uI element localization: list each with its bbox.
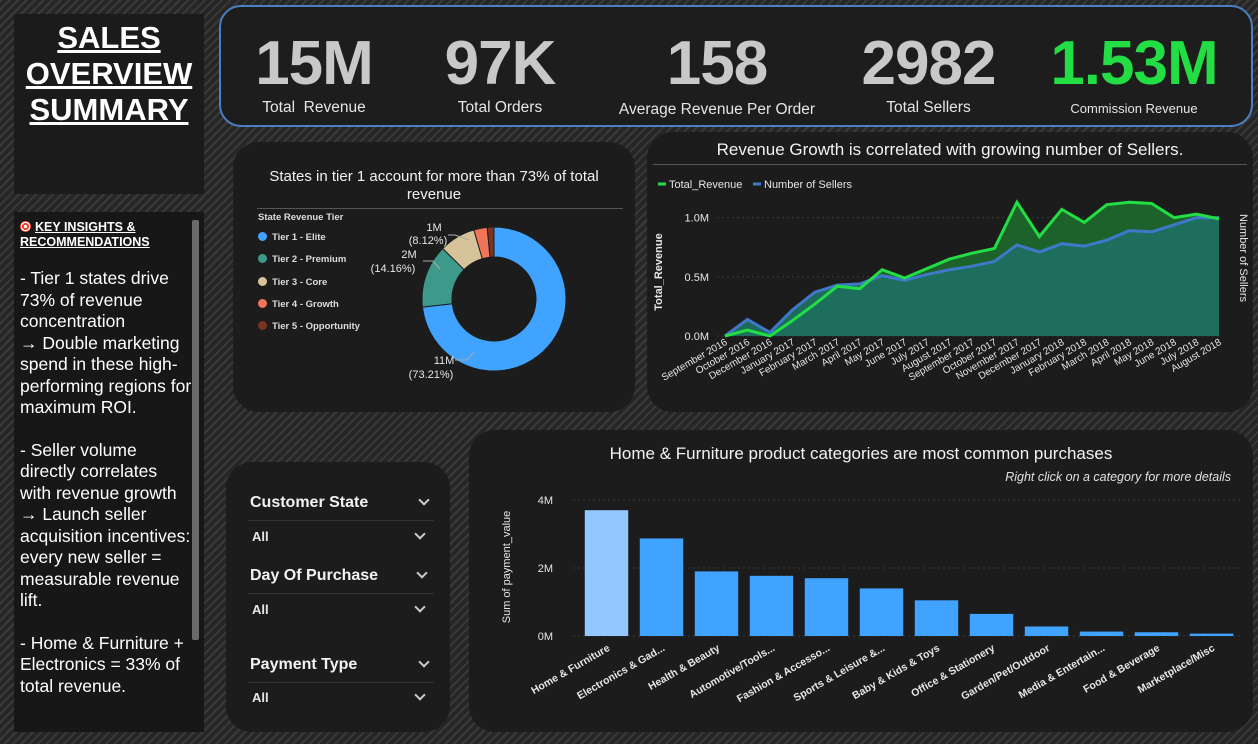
filter-label-customer-state: Customer State: [250, 494, 369, 511]
data-label: 1M: [426, 222, 441, 234]
bar[interactable]: [914, 600, 959, 636]
insights-panel: KEY INSIGHTS & RECOMMENDATIONS - Tier 1 …: [14, 212, 204, 732]
kpi-value: 2982: [861, 29, 997, 98]
bar-chart: Sum of payment_value 0M2M4M Home & Furni…: [501, 495, 1241, 705]
chevron-down-icon[interactable]: [414, 689, 426, 701]
chevron-down-icon[interactable]: [418, 494, 430, 506]
y-axis-label: Sum of payment_value: [501, 511, 513, 624]
kpi-label: Commission Revenue: [1070, 101, 1198, 116]
kpi-label: Total Orders: [457, 99, 543, 116]
data-label: (14.16%): [371, 263, 416, 275]
kpi-label: Total Sellers: [886, 99, 971, 116]
y-tick-label: 2M: [538, 563, 553, 575]
title-line: SUMMARY: [29, 92, 189, 127]
kpi-label: Total Revenue: [262, 99, 366, 116]
insight-paragraph: - Tier 1 states drive 73% of revenue con…: [20, 268, 192, 417]
kpi-value: 97K: [444, 29, 557, 98]
y-tick-label: 4M: [538, 495, 553, 507]
y-tick-label: 0.5M: [685, 272, 709, 284]
tier-donut-card: States in tier 1 account for more than 7…: [233, 142, 635, 412]
page-title: SALES OVERVIEW SUMMARY: [14, 20, 204, 128]
divider: [248, 682, 434, 683]
sellers-area: [725, 217, 1219, 336]
divider: [248, 520, 434, 521]
kpi-panel: 15M Total Revenue 97K Total Orders 158 A…: [219, 5, 1253, 127]
bar[interactable]: [1024, 626, 1069, 636]
title-line: OVERVIEW: [25, 56, 193, 91]
kpi-value: 1.53M: [1050, 29, 1218, 98]
chevron-down-icon[interactable]: [418, 656, 430, 668]
chevron-down-icon[interactable]: [414, 528, 426, 540]
bar[interactable]: [584, 510, 629, 636]
insights-heading-text: KEY INSIGHTS & RECOMMENDATIONS: [20, 220, 150, 249]
bar[interactable]: [859, 588, 904, 636]
kpi-total-revenue: 15M Total Revenue: [229, 7, 399, 117]
x-tick-label: Garden/Pet/Outdoor: [959, 642, 1052, 703]
y-tick-label: 1.0M: [685, 213, 709, 225]
data-label: (8.12%): [409, 235, 448, 247]
bar[interactable]: [969, 613, 1014, 636]
bar[interactable]: [639, 538, 684, 636]
kpi-commission-revenue: 1.53M Commission Revenue: [1029, 7, 1239, 117]
title-line: SALES: [57, 20, 161, 55]
donut-chart: 1M (8.12%) 2M (14.16%) 11M (73.21%): [371, 222, 567, 381]
kpi-avg-revenue: 158 Average Revenue Per Order: [607, 7, 827, 119]
x-tick-label: Sports & Leisure &...: [792, 642, 888, 704]
bar[interactable]: [1134, 632, 1179, 636]
y-tick-label: 0M: [538, 631, 553, 643]
kpi-label: Average Revenue Per Order: [618, 101, 816, 118]
kpi-total-sellers: 2982 Total Sellers: [841, 7, 1016, 117]
bar[interactable]: [1079, 631, 1124, 636]
chevron-down-icon[interactable]: [414, 601, 426, 613]
title-panel: SALES OVERVIEW SUMMARY: [14, 14, 204, 194]
bar[interactable]: [1189, 633, 1234, 636]
target-icon: [20, 221, 31, 232]
payment-type-select[interactable]: All: [252, 690, 269, 705]
day-of-purchase-select[interactable]: All: [252, 602, 269, 617]
legend-label[interactable]: Number of Sellers: [764, 179, 853, 191]
growth-chart: Total_Revenue Number of Sellers Total_Re…: [653, 179, 1249, 384]
data-label: (73.21%): [409, 369, 454, 381]
data-label: 11M: [434, 355, 455, 367]
insight-paragraph: - Home & Furniture + Electronics = 33% o…: [20, 632, 184, 696]
chevron-down-icon[interactable]: [416, 567, 428, 579]
x-tick-label: Fashion & Accesso...: [735, 642, 832, 705]
customer-state-select[interactable]: All: [252, 529, 269, 544]
filter-label-day-of-purchase: Day Of Purchase: [250, 567, 379, 584]
insight-paragraph: - Seller volume directly correlates with…: [20, 439, 191, 611]
insights-body: - Tier 1 states drive 73% of revenue con…: [20, 268, 192, 718]
y-axis-label: Total_Revenue: [653, 233, 665, 310]
divider: [248, 593, 434, 594]
category-bar-card: Home & Furniture product categories are …: [469, 430, 1253, 732]
kpi-total-orders: 97K Total Orders: [415, 7, 585, 117]
kpi-value: 158: [666, 29, 768, 98]
data-label: 2M: [401, 249, 416, 261]
legend-label[interactable]: Total_Revenue: [669, 179, 742, 191]
bar[interactable]: [694, 571, 739, 636]
revenue-growth-card: Revenue Growth is correlated with growin…: [647, 132, 1253, 412]
y2-axis-label: Number of Sellers: [1237, 214, 1249, 303]
filter-panel: Customer State All Day Of Purchase All P…: [226, 462, 450, 732]
bar[interactable]: [749, 575, 794, 636]
bar[interactable]: [804, 578, 849, 636]
kpi-value: 15M: [255, 29, 374, 98]
insights-heading: KEY INSIGHTS & RECOMMENDATIONS: [20, 220, 188, 250]
insights-scrollbar[interactable]: [192, 220, 199, 640]
y-tick-label: 0.0M: [685, 331, 709, 343]
filter-label-payment-type: Payment Type: [250, 656, 358, 673]
